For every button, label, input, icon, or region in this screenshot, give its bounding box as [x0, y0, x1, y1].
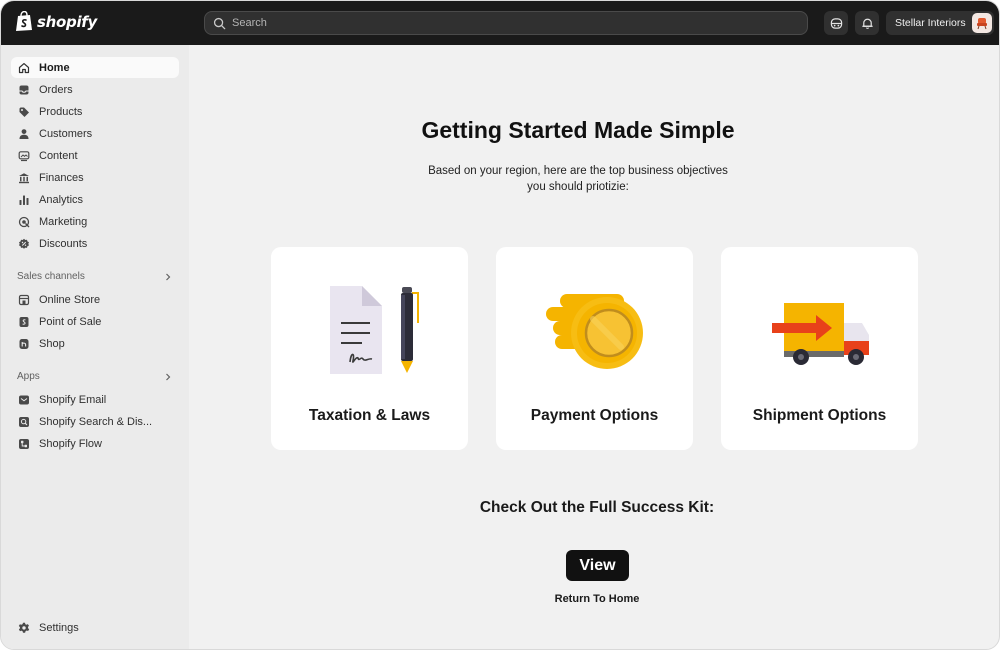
sidebar-item-label: Shopify Flow: [39, 437, 102, 450]
sidebar-item-label: Home: [39, 61, 70, 74]
card-label: Taxation & Laws: [308, 407, 431, 424]
notifications-button[interactable]: [855, 11, 879, 35]
sales-channels-heading: Sales channels: [17, 271, 85, 282]
app-window: shopify Stellar Interi: [0, 0, 1000, 650]
sidebar-item-shopify-flow[interactable]: Shopify Flow: [11, 433, 179, 454]
chevron-right-icon[interactable]: [163, 372, 173, 382]
sidebar-item-label: Customers: [39, 127, 93, 140]
main-content: Getting Started Made Simple Based on you…: [189, 45, 999, 649]
page-subtitle: Based on your region, here are the top b…: [428, 165, 728, 193]
return-home-link[interactable]: Return To Home: [529, 593, 665, 605]
store-name: Stellar Interiors: [895, 17, 966, 29]
bell-icon: [861, 18, 873, 29]
sidebar-item-label: Marketing: [39, 215, 88, 228]
sidekick-icon: [830, 17, 842, 29]
sidebar-item-shopify-search[interactable]: Shopify Search & Dis...: [11, 411, 179, 432]
card-shipment[interactable]: Shipment Options: [721, 247, 918, 450]
chair-icon: [977, 18, 987, 30]
page-title: Getting Started Made Simple: [421, 117, 735, 143]
bar-chart-icon: [19, 195, 29, 205]
sidebar-item-marketing[interactable]: Marketing: [11, 211, 179, 232]
person-icon: [19, 128, 29, 139]
sidebar-item-orders[interactable]: Orders: [11, 79, 179, 100]
sidebar-item-point-of-sale[interactable]: Point of Sale: [11, 311, 179, 332]
sidebar-item-label: Point of Sale: [39, 315, 102, 328]
card-label: Shipment Options: [752, 407, 887, 424]
shopify-bag-icon: [16, 11, 32, 31]
chevron-right-icon[interactable]: [163, 272, 173, 282]
coin-icon: [545, 294, 643, 369]
sidebar-item-finances[interactable]: Finances: [11, 167, 179, 188]
store-menu-button[interactable]: Stellar Interiors: [886, 11, 994, 35]
sidebar-item-label: Orders: [39, 83, 73, 96]
sidebar-item-shopify-email[interactable]: Shopify Email: [11, 389, 179, 410]
sidebar-item-analytics[interactable]: Analytics: [11, 189, 179, 210]
card-taxation[interactable]: Taxation & Laws: [271, 247, 468, 450]
sidebar-item-label: Shop: [39, 337, 65, 350]
search-input[interactable]: [232, 17, 792, 29]
logo-text: shopify: [37, 12, 97, 31]
card-label: Payment Options: [530, 407, 659, 424]
top-bar: shopify Stellar Interi: [1, 1, 999, 45]
sidebar-item-label: Analytics: [39, 193, 84, 206]
pos-icon: [19, 316, 29, 327]
sidebar-item-label: Settings: [39, 621, 79, 634]
sidebar-item-shop[interactable]: Shop: [11, 333, 179, 354]
sidebar-item-online-store[interactable]: Online Store: [11, 289, 179, 310]
flow-icon: [19, 438, 29, 449]
sidebar-item-home[interactable]: Home: [11, 57, 179, 78]
sidebar-item-label: Discounts: [39, 237, 88, 250]
image-icon: [18, 150, 30, 161]
view-button[interactable]: View: [566, 550, 629, 581]
shopify-logo[interactable]: shopify: [15, 11, 97, 32]
inbox-icon: [19, 85, 29, 94]
email-icon: [19, 395, 29, 404]
sidebar-item-label: Products: [39, 105, 83, 118]
sidebar-item-discounts[interactable]: Discounts: [11, 233, 179, 254]
sidebar-item-label: Shopify Search & Dis...: [39, 415, 153, 428]
tag-icon: [19, 107, 29, 117]
card-illustration: [496, 279, 693, 379]
sidebar-item-label: Online Store: [39, 293, 101, 306]
store-avatar: [972, 13, 992, 33]
sidebar-item-label: Shopify Email: [39, 393, 107, 406]
delivery-truck-icon: [771, 303, 869, 365]
apps-heading: Apps: [17, 371, 40, 382]
search-bar[interactable]: [204, 11, 808, 35]
gear-icon: [18, 622, 30, 633]
home-icon: [18, 62, 30, 73]
sidebar-item-products[interactable]: Products: [11, 101, 179, 122]
shop-icon: [19, 338, 29, 349]
document-pen-icon: [329, 286, 419, 374]
sidebar-item-customers[interactable]: Customers: [11, 123, 179, 144]
success-kit-heading: Check Out the Full Success Kit:: [479, 499, 715, 516]
card-illustration: [721, 279, 918, 379]
sidebar-item-label: Content: [39, 149, 78, 162]
card-payment[interactable]: Payment Options: [496, 247, 693, 450]
card-illustration: [271, 279, 468, 379]
search-app-icon: [19, 416, 29, 427]
discount-icon: [19, 238, 29, 249]
sidebar-item-content[interactable]: Content: [11, 145, 179, 166]
sidebar-item-settings[interactable]: Settings: [11, 617, 179, 638]
bank-icon: [19, 172, 29, 183]
sidekick-button[interactable]: [824, 11, 848, 35]
target-icon: [18, 216, 30, 227]
sidebar: Home Orders Products Customers Content F…: [1, 45, 189, 649]
sidebar-item-label: Finances: [39, 171, 84, 184]
search-icon: [213, 17, 226, 29]
store-icon: [18, 294, 30, 305]
